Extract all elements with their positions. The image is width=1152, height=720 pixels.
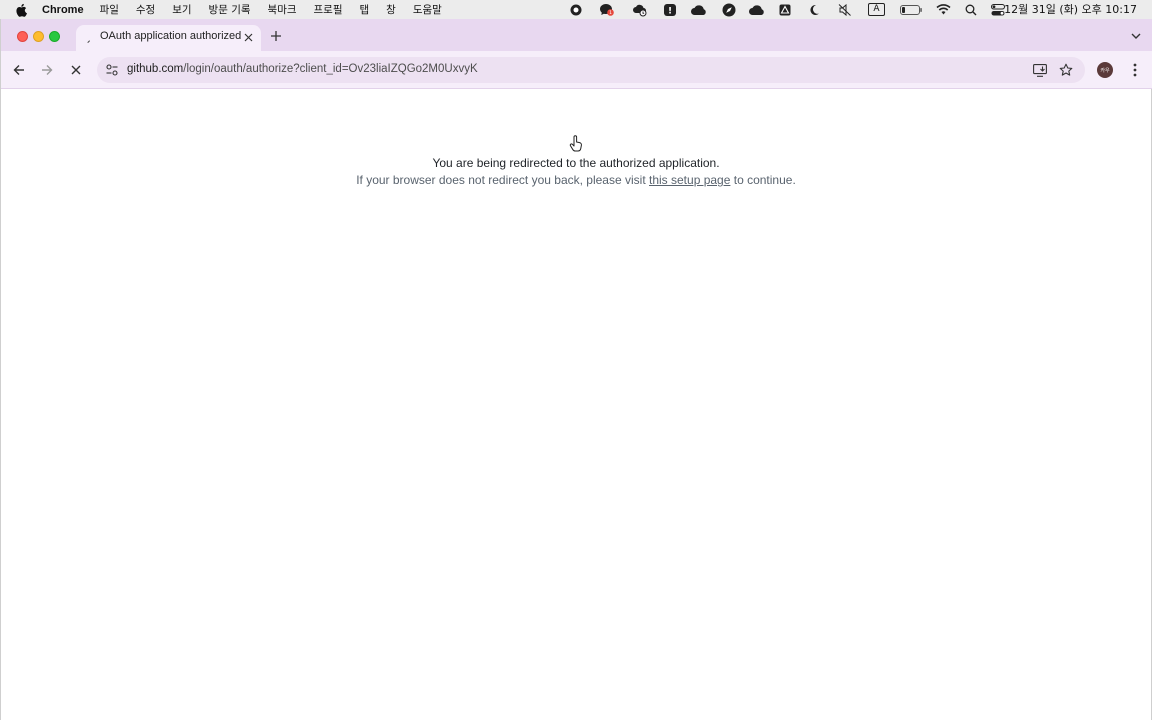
apple-logo-icon[interactable] <box>15 3 29 17</box>
window-fullscreen-button[interactable] <box>49 31 60 42</box>
tab-strip: OAuth application authorized <box>1 19 1152 51</box>
drive-icon[interactable] <box>778 0 792 19</box>
input-source-icon[interactable]: A <box>867 0 886 19</box>
tab-active[interactable]: OAuth application authorized <box>76 25 261 51</box>
compass-icon[interactable] <box>721 0 737 19</box>
hand-pointer-icon <box>568 134 586 154</box>
speaker-muted-icon[interactable] <box>837 0 853 19</box>
menu-help[interactable]: 도움말 <box>413 2 442 17</box>
chrome-menu-icon[interactable] <box>1125 60 1145 80</box>
menu-app-chrome[interactable]: Chrome <box>42 4 84 16</box>
wifi-icon[interactable] <box>935 0 951 19</box>
url-text[interactable]: github.com/login/oauth/authorize?client_… <box>127 63 478 75</box>
cloud-icon[interactable] <box>689 0 709 19</box>
battery-icon[interactable] <box>899 0 923 19</box>
browser-window: OAuth application authorized github.com/… <box>0 19 1152 720</box>
menu-history[interactable]: 방문 기록 <box>209 2 251 17</box>
menu-edit[interactable]: 수정 <box>136 2 155 17</box>
spotlight-search-icon[interactable] <box>964 0 978 19</box>
menu-view[interactable]: 보기 <box>172 2 191 17</box>
back-arrow-icon[interactable] <box>9 60 29 80</box>
menu-file[interactable]: 파일 <box>100 2 119 17</box>
tab-search-chevron-icon[interactable] <box>1127 27 1145 45</box>
svg-text:!: ! <box>668 6 672 16</box>
menu-bookmarks[interactable]: 북마크 <box>268 2 297 17</box>
redirect-message: You are being redirected to the authoriz… <box>432 156 720 170</box>
macos-menu-bar: Chrome 파일 수정 보기 방문 기록 북마크 프로필 탭 창 도움말 1 … <box>0 0 1152 19</box>
forward-arrow-icon[interactable] <box>37 60 57 80</box>
screen-record-icon[interactable] <box>569 0 583 19</box>
redirect-help-text: If your browser does not redirect you ba… <box>1 173 1151 187</box>
stop-loading-icon[interactable] <box>66 60 86 80</box>
input-source-label: A <box>868 3 885 16</box>
help-text-suffix: to continue. <box>730 173 796 187</box>
url-path: /login/oauth/authorize?client_id=Ov23lia… <box>183 63 478 75</box>
window-minimize-button[interactable] <box>33 31 44 42</box>
install-app-icon[interactable] <box>1032 62 1048 78</box>
menu-tab[interactable]: 탭 <box>360 2 370 17</box>
new-tab-button[interactable] <box>268 28 284 44</box>
setup-page-link[interactable]: this setup page <box>649 173 730 187</box>
loading-spinner-icon <box>87 31 91 44</box>
menu-window[interactable]: 창 <box>386 2 396 17</box>
tab-close-icon[interactable] <box>241 30 255 44</box>
bookmark-star-icon[interactable] <box>1058 62 1074 78</box>
icloud-icon[interactable] <box>747 0 767 19</box>
tab-title: OAuth application authorized <box>100 30 242 42</box>
chat-app-icon[interactable]: 1 <box>598 0 616 19</box>
help-text-prefix: If your browser does not redirect you ba… <box>356 173 649 187</box>
page-content: You are being redirected to the authoriz… <box>1 90 1151 720</box>
site-settings-icon[interactable] <box>105 63 119 77</box>
url-host: github.com <box>127 63 184 75</box>
alert-app-icon[interactable]: ! <box>662 0 678 19</box>
window-close-button[interactable] <box>17 31 28 42</box>
profile-avatar[interactable]: 카우 <box>1097 62 1113 78</box>
menu-profiles[interactable]: 프로필 <box>314 2 343 17</box>
moon-icon[interactable] <box>807 0 821 19</box>
browser-toolbar: github.com/login/oauth/authorize?client_… <box>1 51 1152 89</box>
cloud-sync-icon[interactable] <box>631 0 649 19</box>
notification-badge: 1 <box>609 10 612 16</box>
address-bar[interactable]: github.com/login/oauth/authorize?client_… <box>97 57 1085 83</box>
menubar-clock[interactable]: 12월 31일 (화) 오후 10:17 <box>1004 0 1137 19</box>
